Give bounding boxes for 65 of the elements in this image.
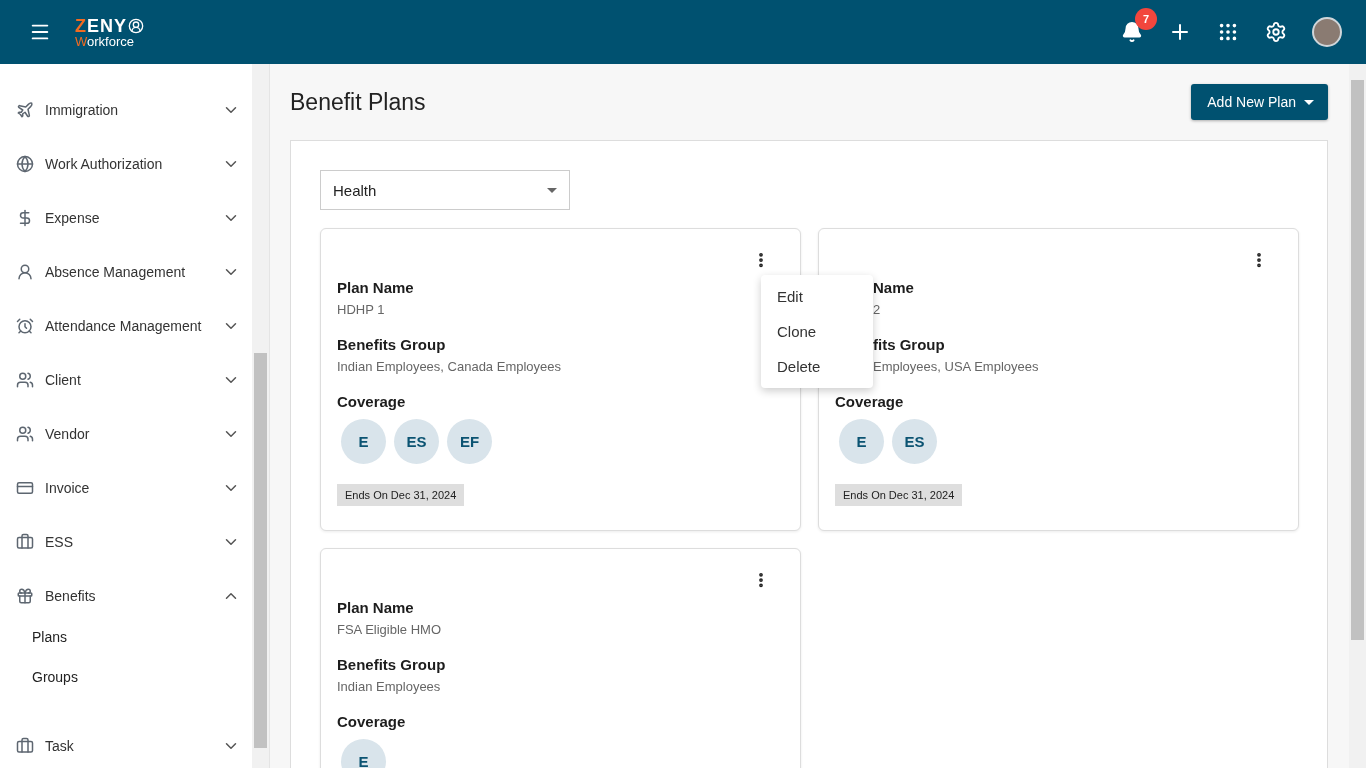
sidebar-item-icon — [16, 737, 36, 755]
notifications-icon[interactable] — [1120, 20, 1144, 44]
scrollbar[interactable] — [1349, 64, 1366, 768]
sidebar-item-label: Expense — [45, 210, 101, 226]
sidebar-item-label: Absence Management — [45, 264, 187, 280]
plan-name: HDHP 1 — [337, 301, 386, 319]
add-plan-button[interactable]: Add New Plan — [1191, 84, 1328, 120]
scrollbar[interactable] — [252, 64, 269, 768]
sidebar-item-icon — [16, 479, 36, 497]
field-label: fits Group — [873, 335, 946, 355]
field-label: Coverage — [337, 392, 407, 412]
sidebar-item-icon — [16, 155, 36, 173]
field-label: Benefits Group — [337, 655, 447, 675]
sidebar-item-label: Task — [45, 738, 75, 754]
field-label: Plan Name — [337, 598, 415, 618]
sidebar-item-icon — [16, 317, 36, 335]
sidebar-item-label: Client — [45, 372, 82, 388]
coverage-chip: EF — [447, 419, 492, 464]
sidebar-item-label: Work Authorization — [45, 156, 164, 172]
sidebar-item[interactable]: Client — [0, 353, 252, 407]
sidebar-item-label: Vendor — [45, 426, 91, 442]
sidebar-item[interactable]: Task — [0, 719, 252, 768]
sidebar-item-label: ESS — [45, 534, 74, 550]
sidebar-item-icon — [16, 533, 36, 551]
coverage-chip: E — [341, 419, 386, 464]
sidebar-item-icon — [16, 425, 36, 443]
sidebar-item[interactable]: Expense — [0, 191, 252, 245]
sidebar-item-icon — [16, 371, 36, 389]
sidebar-item-label: Immigration — [45, 102, 120, 118]
sidebar-subitem[interactable]: Groups — [0, 657, 252, 697]
coverage-chip: E — [839, 419, 884, 464]
field-label: Benefits Group — [337, 335, 447, 355]
sidebar-item[interactable]: Work Authorization — [0, 137, 252, 191]
sidebar-item[interactable]: Attendance Management — [0, 299, 252, 353]
sidebar-item[interactable]: Immigration — [0, 83, 252, 137]
notification-count: 7 — [1135, 8, 1157, 30]
end-date-tag: Ends On Dec 31, 2024 — [337, 484, 465, 506]
plan-type-select[interactable]: Health — [320, 170, 570, 210]
sidebar-item[interactable]: Vendor — [0, 407, 252, 461]
plan-name: FSA Eligible HMO — [337, 621, 443, 639]
field-label: Coverage — [337, 712, 407, 732]
plan-name: 2 — [873, 301, 882, 319]
settings-icon[interactable] — [1264, 20, 1288, 44]
menu-item[interactable]: Clone — [761, 314, 873, 349]
coverage-chip: ES — [892, 419, 937, 464]
logo: ZENY Workforce — [75, 16, 144, 48]
sidebar-item[interactable]: Invoice — [0, 461, 252, 515]
coverage-chip: E — [341, 739, 386, 768]
field-label: Coverage — [835, 392, 905, 412]
benefits-group: Employees, USA Employees — [873, 356, 1282, 378]
benefits-group: Indian Employees — [337, 676, 784, 698]
avatar[interactable] — [1312, 17, 1342, 47]
sidebar-item[interactable]: ESS — [0, 515, 252, 569]
menu-item[interactable]: Delete — [761, 349, 873, 384]
menu-item[interactable]: Edit — [761, 279, 873, 314]
coverage-chip: ES — [394, 419, 439, 464]
sidebar-item-label: Invoice — [45, 480, 91, 496]
end-date-tag: Ends On Dec 31, 2024 — [835, 484, 963, 506]
sidebar-item-icon — [16, 101, 36, 119]
field-label: Name — [873, 278, 915, 298]
sidebar-item-label: Benefits — [45, 588, 97, 604]
page-title: Benefit Plans — [290, 88, 426, 116]
sidebar-item-icon — [16, 587, 36, 605]
sidebar-item[interactable]: Absence Management — [0, 245, 252, 299]
sidebar-item-label: Attendance Management — [45, 318, 203, 334]
